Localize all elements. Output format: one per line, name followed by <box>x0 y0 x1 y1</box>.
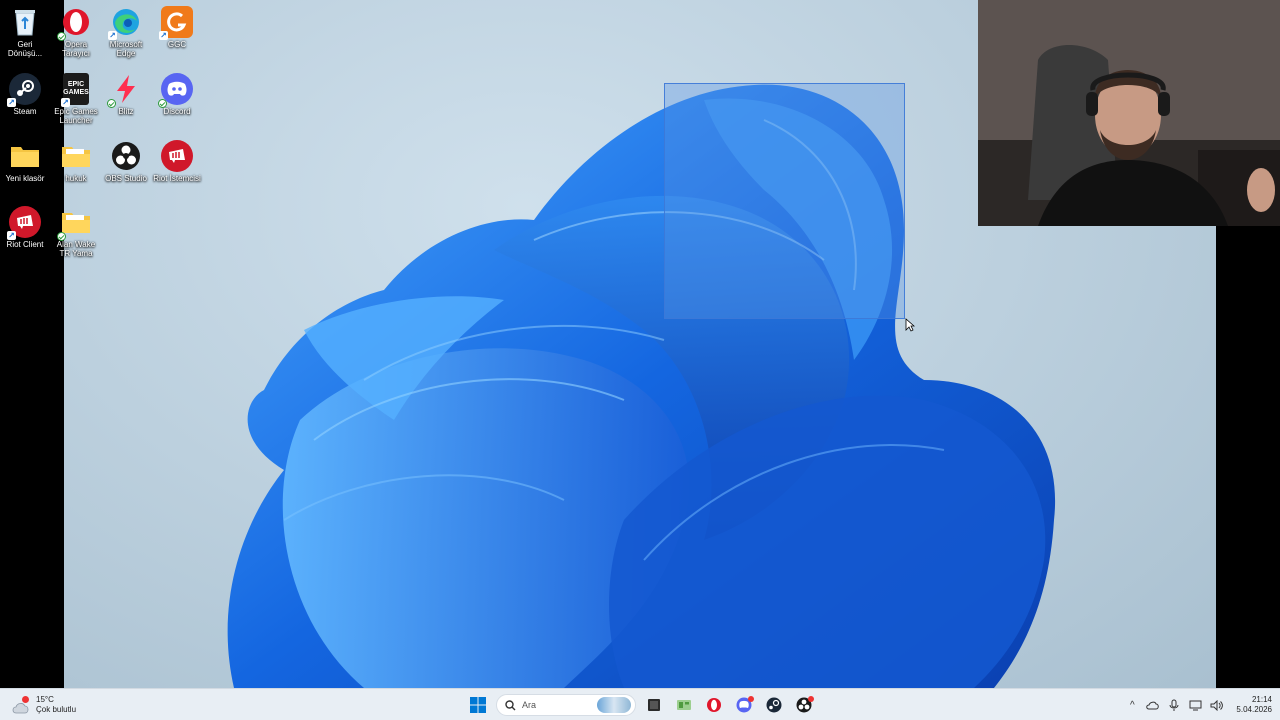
cloud-icon <box>12 696 30 714</box>
search-placeholder: Ara <box>522 700 537 710</box>
desktop-icon-label: Riot Client <box>6 240 44 249</box>
microphone-icon[interactable] <box>1167 698 1181 712</box>
blitz-icon <box>107 73 142 108</box>
desktop-icon-blitz[interactable]: Blitz <box>101 73 151 116</box>
desktop-icon-label: Geri Dönüşü... <box>7 40 43 58</box>
clock-date: 5.04.2026 <box>1236 705 1272 714</box>
desktop-icon-label: hukuk <box>65 174 87 183</box>
volume-icon[interactable] <box>1209 698 1223 712</box>
discord-icon <box>158 73 193 108</box>
shortcut-arrow-icon: ↗ <box>108 31 117 40</box>
start-icon <box>470 697 486 713</box>
desktop-icon-label: Opera Tarayıcı <box>61 40 90 58</box>
shortcut-arrow-icon: ↗ <box>61 98 70 107</box>
desktop-icon-steam[interactable]: ↗ Steam <box>0 73 50 116</box>
desktop-icon-label: Alan Wake TR Yama <box>56 240 96 258</box>
clock-time: 21:14 <box>1251 695 1272 704</box>
edge-icon: ↗ <box>108 6 142 40</box>
taskbar-steam[interactable] <box>762 693 786 717</box>
desktop-icon-label: Epic Games Launcher <box>54 107 98 125</box>
desktop-icon-label: Discord <box>163 107 191 116</box>
taskbar: 15°C Çok bulutlu Ara ^ 21:14 5.04.2026 <box>0 688 1280 720</box>
desktop-icon-hukuk[interactable]: hukuk <box>51 140 101 183</box>
desktop-icon-label: Microsoft Edge <box>109 40 143 58</box>
weather-temperature: 15°C <box>36 695 54 704</box>
desktop-icon-obs[interactable]: OBS Studio <box>101 140 151 183</box>
desktop-icon-discord[interactable]: Discord <box>152 73 202 116</box>
network-icon[interactable] <box>1188 698 1202 712</box>
shortcut-arrow-icon: ↗ <box>7 98 16 107</box>
chevron-up-icon[interactable]: ^ <box>1125 698 1139 712</box>
desktop-icon-recycle-bin[interactable]: Geri Dönüşü... <box>0 6 50 58</box>
recycle-bin-icon <box>9 6 41 38</box>
task-view-icon <box>648 699 660 711</box>
system-tray: ^ 21:14 5.04.2026 <box>1125 692 1272 718</box>
steam-icon: ↗ <box>7 73 41 107</box>
sync-status-icon <box>107 99 116 108</box>
folder-icon <box>9 140 41 172</box>
desktop-icon-label: GGC <box>167 40 187 49</box>
weather-alert-badge <box>22 696 29 703</box>
weather-widget[interactable]: 15°C Çok bulutlu <box>12 693 76 717</box>
weather-description: Çok bulutlu <box>36 705 77 714</box>
mouse-cursor-icon <box>905 318 915 332</box>
folder-icon <box>60 140 92 172</box>
shortcut-arrow-icon: ↗ <box>159 31 168 40</box>
desktop-icon-riot-client[interactable]: ↗ Riot Client <box>0 206 50 249</box>
desktop-icon-edge[interactable]: ↗ Microsoft Edge <box>101 6 151 58</box>
desktop-icon-label: Blitz <box>118 107 134 116</box>
desktop-icon-opera[interactable]: Opera Tarayıcı <box>51 6 101 58</box>
desktop-icon-label: Steam <box>13 107 37 116</box>
desktop-icon-ggc[interactable]: ↗ GGC <box>152 6 202 49</box>
widgets-button[interactable] <box>672 693 696 717</box>
search-highlight-image <box>597 697 631 713</box>
epic-games-icon: EPIC GAMES ↗ <box>61 73 89 107</box>
desktop-icon-label: Riot İstemcisi <box>153 174 201 183</box>
folder-icon <box>57 206 92 241</box>
opera-icon <box>707 698 721 712</box>
sync-status-icon <box>57 32 66 41</box>
riot-icon <box>161 140 193 172</box>
webcam-overlay <box>978 0 1280 226</box>
desktop-icon-epic-games[interactable]: EPIC GAMES ↗ Epic Games Launcher <box>51 73 101 125</box>
widgets-icon <box>677 700 691 710</box>
recording-indicator <box>808 696 814 702</box>
desktop-icon-label: OBS Studio <box>105 174 147 183</box>
desktop-icon-alan-wake[interactable]: Alan Wake TR Yama <box>51 206 101 258</box>
sync-status-icon <box>57 232 66 241</box>
ggc-icon: ↗ <box>159 6 193 40</box>
taskbar-search-box[interactable]: Ara <box>496 694 636 716</box>
taskbar-opera[interactable] <box>702 693 726 717</box>
desktop-icon-yeni-klasor[interactable]: Yeni klasör <box>0 140 50 183</box>
selection-rectangle <box>664 83 905 319</box>
start-button[interactable] <box>466 693 490 717</box>
desktop-icon-riot-istemcisi[interactable]: Riot İstemcisi <box>152 140 202 183</box>
riot-icon: ↗ <box>7 206 41 240</box>
taskbar-obs[interactable] <box>792 693 816 717</box>
steam-icon <box>766 697 782 713</box>
notification-badge <box>748 696 754 702</box>
streamer-video-frame <box>978 0 1280 226</box>
onedrive-icon[interactable] <box>1146 698 1160 712</box>
opera-icon <box>57 6 92 41</box>
taskbar-discord[interactable] <box>732 693 756 717</box>
desktop-icon-label: Yeni klasör <box>5 174 45 183</box>
taskbar-pinned-apps: Ara <box>466 692 816 718</box>
right-letterbox <box>1216 226 1280 688</box>
sync-status-icon <box>158 99 167 108</box>
task-view-button[interactable] <box>642 693 666 717</box>
epic-logo-text: EPIC GAMES <box>63 81 89 96</box>
search-icon <box>505 699 516 710</box>
taskbar-clock[interactable]: 21:14 5.04.2026 <box>1236 695 1272 715</box>
obs-icon <box>110 140 142 172</box>
shortcut-arrow-icon: ↗ <box>7 231 16 240</box>
